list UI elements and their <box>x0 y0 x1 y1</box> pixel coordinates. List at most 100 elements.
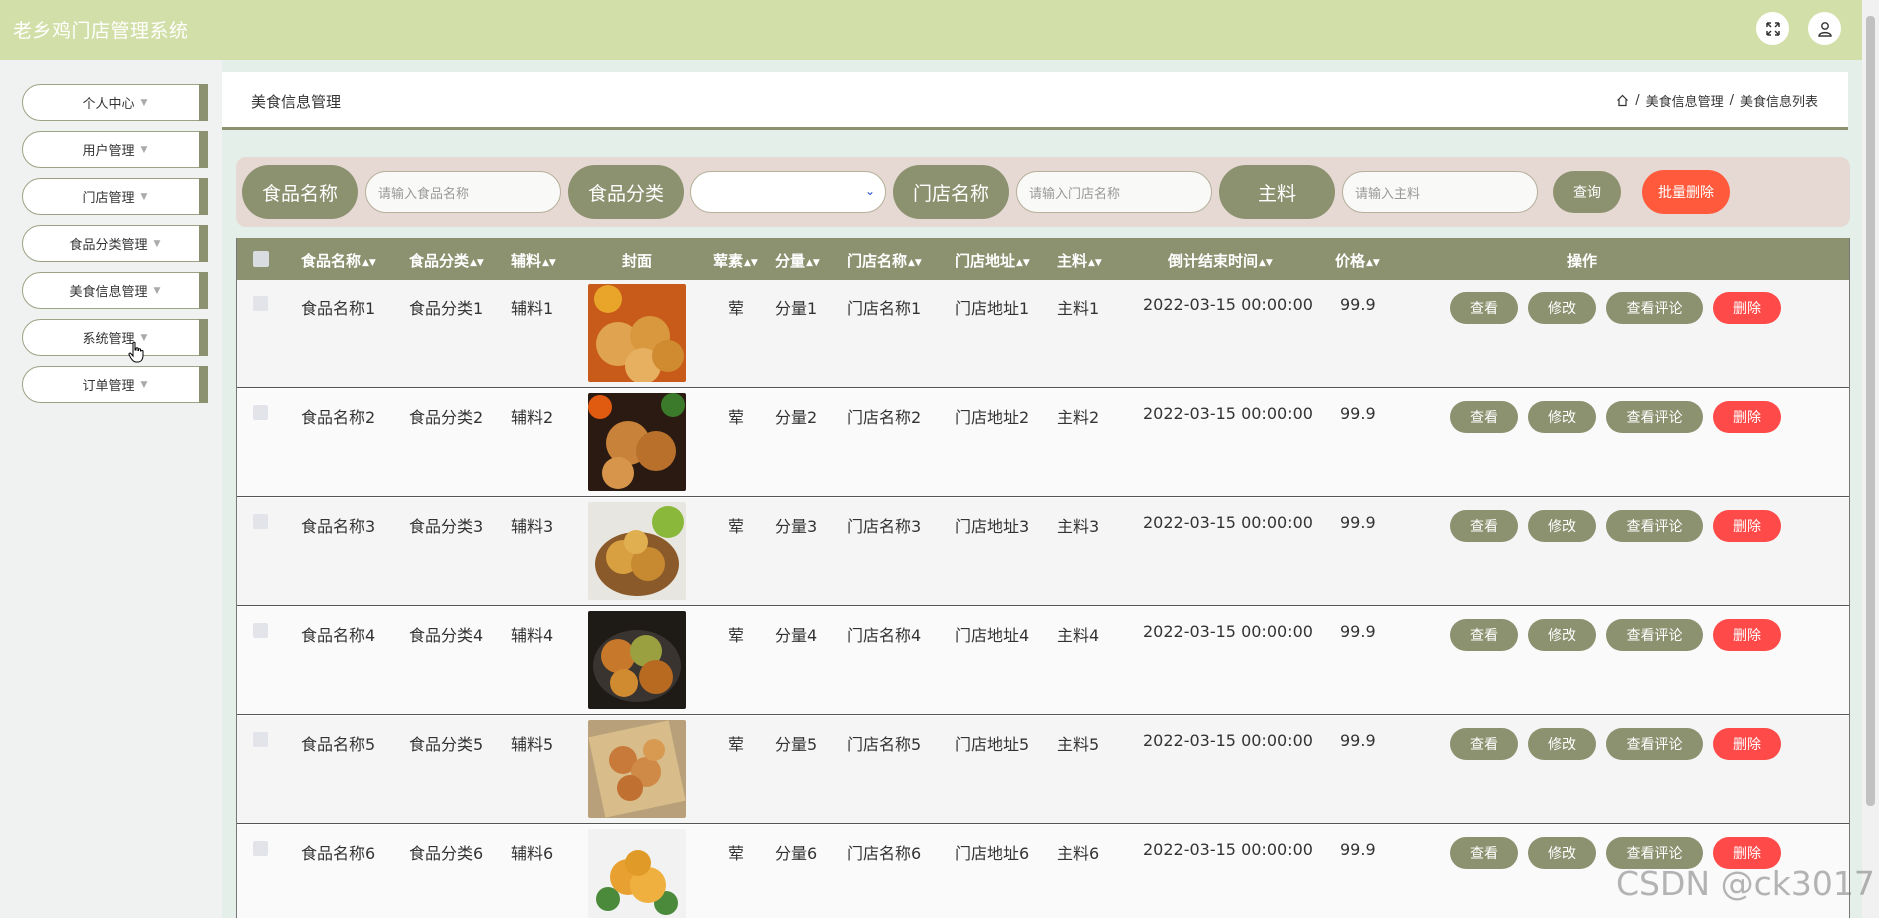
row-checkbox[interactable] <box>253 732 268 747</box>
view-button[interactable]: 查看 <box>1450 619 1518 651</box>
row-checkbox[interactable] <box>253 623 268 638</box>
batch-delete-button[interactable]: 批量删除 <box>1642 170 1730 214</box>
cell-side: 辅料6 <box>511 844 554 863</box>
delete-button[interactable]: 删除 <box>1713 510 1781 542</box>
column-header[interactable]: 食品分类▲▼ <box>409 250 484 271</box>
cell-price: 99.9 <box>1340 731 1376 750</box>
view-button[interactable]: 查看 <box>1450 837 1518 869</box>
sort-icon: ▲▼ <box>744 258 758 268</box>
breadcrumb: / 美食信息管理 / 美食信息列表 <box>1616 91 1818 110</box>
cell-side: 辅料2 <box>511 408 554 427</box>
select-all-checkbox[interactable] <box>253 251 269 267</box>
scrollbar-thumb[interactable] <box>1866 16 1875 806</box>
cell-food-name: 食品名称3 <box>301 517 376 536</box>
user-button[interactable] <box>1808 12 1841 45</box>
cell-category: 食品分类6 <box>409 844 484 863</box>
cell-side: 辅料3 <box>511 517 554 536</box>
sidebar-item-label: 订单管理 <box>82 379 135 394</box>
cell-type: 荤 <box>728 299 745 318</box>
caret-down-icon: ▼ <box>140 191 148 202</box>
cell-end-time: 2022-03-15 00:00:00 <box>1143 622 1313 641</box>
column-header[interactable]: 倒计结束时间▲▼ <box>1168 250 1273 271</box>
cell-store-name: 门店名称6 <box>847 844 922 863</box>
main-ingredient-input[interactable]: 请输入主料 <box>1342 171 1538 213</box>
column-header[interactable]: 主料▲▼ <box>1057 250 1102 271</box>
edit-button[interactable]: 修改 <box>1528 728 1596 760</box>
cell-food-name: 食品名称1 <box>301 299 376 318</box>
sidebar-item-system-management[interactable]: 系统管理 ▼ <box>22 319 208 356</box>
table-header: 食品名称▲▼ 食品分类▲▼ 辅料▲▼ 封面 荤素▲▼ 分量▲▼ 门店名称▲▼ 门… <box>237 238 1849 280</box>
row-checkbox[interactable] <box>253 405 268 420</box>
delete-button[interactable]: 删除 <box>1713 728 1781 760</box>
column-header[interactable]: 荤素▲▼ <box>713 250 758 271</box>
cell-portion: 分量3 <box>775 517 818 536</box>
edit-button[interactable]: 修改 <box>1528 401 1596 433</box>
food-name-label: 食品名称 <box>242 165 358 219</box>
column-header[interactable]: 门店地址▲▼ <box>955 250 1030 271</box>
page-title: 美食信息管理 <box>251 93 342 111</box>
table-row: 食品名称2 食品分类2 辅料2 荤 分量2 门店名称2 门店地址2 主料2 20… <box>237 389 1849 497</box>
column-header[interactable]: 辅料▲▼ <box>511 250 556 271</box>
edit-button[interactable]: 修改 <box>1528 292 1596 324</box>
breadcrumb-item: 美食信息列表 <box>1739 95 1818 110</box>
row-checkbox[interactable] <box>253 841 268 856</box>
query-button[interactable]: 查询 <box>1553 171 1621 213</box>
home-icon[interactable] <box>1616 94 1629 107</box>
cell-store-address: 门店地址1 <box>955 299 1030 318</box>
view-button[interactable]: 查看 <box>1450 401 1518 433</box>
view-comments-button[interactable]: 查看评论 <box>1606 292 1703 324</box>
sidebar-item-category-management[interactable]: 食品分类管理 ▼ <box>22 225 208 262</box>
sidebar-item-label: 美食信息管理 <box>69 285 148 300</box>
cell-food-name: 食品名称4 <box>301 626 376 645</box>
view-button[interactable]: 查看 <box>1450 728 1518 760</box>
food-name-input[interactable]: 请输入食品名称 <box>365 171 561 213</box>
delete-button[interactable]: 删除 <box>1713 619 1781 651</box>
column-header[interactable]: 分量▲▼ <box>775 250 820 271</box>
edit-button[interactable]: 修改 <box>1528 619 1596 651</box>
caret-down-icon: ▼ <box>153 238 161 249</box>
food-category-select[interactable]: ⌄ <box>690 171 886 213</box>
view-comments-button[interactable]: 查看评论 <box>1606 728 1703 760</box>
sort-icon: ▲▼ <box>1016 258 1030 268</box>
delete-button[interactable]: 删除 <box>1713 292 1781 324</box>
cell-end-time: 2022-03-15 00:00:00 <box>1143 404 1313 423</box>
store-name-label: 门店名称 <box>893 165 1009 219</box>
view-comments-button[interactable]: 查看评论 <box>1606 510 1703 542</box>
sidebar-item-personal-center[interactable]: 个人中心 ▼ <box>22 84 208 121</box>
view-button[interactable]: 查看 <box>1450 292 1518 324</box>
cell-price: 99.9 <box>1340 513 1376 532</box>
hand-cursor-icon <box>128 341 144 363</box>
breadcrumb-item[interactable]: 美食信息管理 <box>1646 91 1724 110</box>
column-header[interactable]: 食品名称▲▼ <box>301 250 376 271</box>
sidebar-item-order-management[interactable]: 订单管理 ▼ <box>22 366 208 403</box>
view-comments-button[interactable]: 查看评论 <box>1606 619 1703 651</box>
food-cover-image <box>588 720 686 818</box>
sidebar-item-food-info-management[interactable]: 美食信息管理 ▼ <box>22 272 208 309</box>
sidebar-item-user-management[interactable]: 用户管理 ▼ <box>22 131 208 168</box>
view-button[interactable]: 查看 <box>1450 510 1518 542</box>
column-header[interactable]: 门店名称▲▼ <box>847 250 922 271</box>
sort-icon: ▲▼ <box>362 258 376 268</box>
sidebar-item-store-management[interactable]: 门店管理 ▼ <box>22 178 208 215</box>
store-name-input[interactable]: 请输入门店名称 <box>1016 171 1212 213</box>
cell-main-ingredient: 主料5 <box>1057 735 1100 754</box>
row-checkbox[interactable] <box>253 514 268 529</box>
breadcrumb-separator: / <box>1729 93 1734 108</box>
cell-category: 食品分类2 <box>409 408 484 427</box>
food-table: 食品名称▲▼ 食品分类▲▼ 辅料▲▼ 封面 荤素▲▼ 分量▲▼ 门店名称▲▼ 门… <box>236 238 1850 918</box>
cell-store-name: 门店名称2 <box>847 408 922 427</box>
row-checkbox[interactable] <box>253 296 268 311</box>
main-ingredient-label: 主料 <box>1219 165 1335 219</box>
column-header: 封面 <box>622 252 653 270</box>
cell-portion: 分量6 <box>775 844 818 863</box>
edit-button[interactable]: 修改 <box>1528 837 1596 869</box>
caret-down-icon: ▼ <box>140 97 148 108</box>
column-header[interactable]: 价格▲▼ <box>1335 250 1380 271</box>
vertical-scrollbar[interactable] <box>1862 0 1879 918</box>
fullscreen-icon <box>1765 21 1780 36</box>
sort-icon: ▲▼ <box>1259 258 1273 268</box>
fullscreen-button[interactable] <box>1756 12 1789 45</box>
view-comments-button[interactable]: 查看评论 <box>1606 401 1703 433</box>
delete-button[interactable]: 删除 <box>1713 401 1781 433</box>
edit-button[interactable]: 修改 <box>1528 510 1596 542</box>
